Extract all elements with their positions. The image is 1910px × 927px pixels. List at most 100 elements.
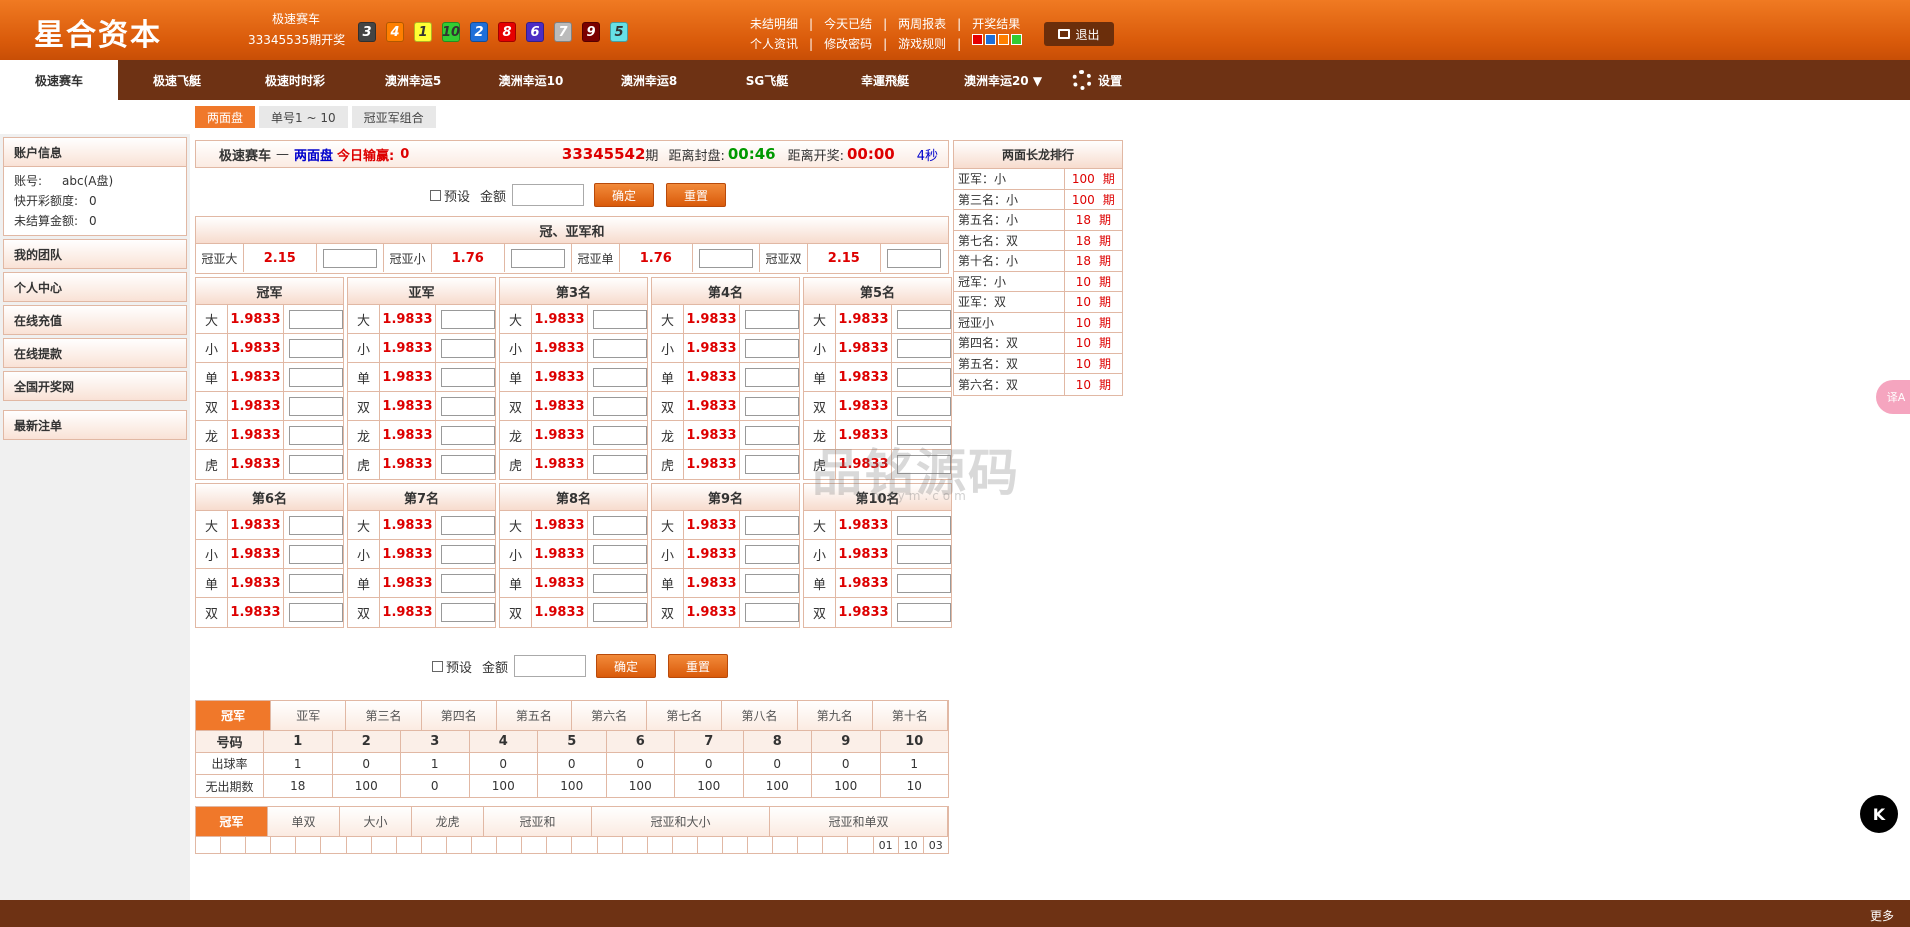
sidebar-menu-item[interactable]: 个人中心 bbox=[3, 272, 187, 302]
trend-tab[interactable]: 冠军 bbox=[196, 807, 268, 836]
bet-amount-input[interactable] bbox=[289, 309, 343, 329]
bet-amount-input[interactable] bbox=[897, 367, 951, 387]
stats-tab[interactable]: 冠军 bbox=[196, 701, 272, 730]
bet-amount-input[interactable] bbox=[745, 338, 799, 358]
bet-amount-input[interactable] bbox=[441, 425, 495, 445]
bet-amount-input[interactable] bbox=[593, 309, 647, 329]
bet-amount-input[interactable] bbox=[593, 573, 647, 593]
nav-tab[interactable]: 澳洲幸运5 bbox=[354, 60, 472, 100]
trend-tab[interactable]: 龙虎 bbox=[412, 807, 484, 836]
bet-amount-input[interactable] bbox=[322, 248, 377, 268]
bet-amount-input[interactable] bbox=[593, 338, 647, 358]
bet-amount-input[interactable] bbox=[441, 603, 495, 622]
stats-tab[interactable]: 第六名 bbox=[572, 701, 648, 730]
bet-amount-input[interactable] bbox=[745, 455, 799, 474]
bet-amount-input[interactable] bbox=[698, 248, 753, 268]
bet-amount-input[interactable] bbox=[289, 515, 343, 535]
stats-tab[interactable]: 第九名 bbox=[797, 701, 873, 730]
bet-amount-input[interactable] bbox=[745, 309, 799, 329]
top-link[interactable]: 修改密码 bbox=[824, 34, 872, 54]
bet-amount-input[interactable] bbox=[510, 248, 565, 268]
bet-amount-input[interactable] bbox=[289, 338, 343, 358]
bet-amount-input[interactable] bbox=[441, 544, 495, 564]
nav-tab[interactable]: 澳洲幸运20 ▼ bbox=[944, 60, 1062, 100]
bet-amount-input[interactable] bbox=[441, 367, 495, 387]
bet-amount-input[interactable] bbox=[593, 455, 647, 474]
bet-amount-input[interactable] bbox=[745, 396, 799, 416]
bet-amount-input[interactable] bbox=[745, 573, 799, 593]
logout-button[interactable]: 退出 bbox=[1044, 22, 1114, 46]
top-link[interactable]: 今天已结 bbox=[824, 14, 872, 34]
bet-amount-input[interactable] bbox=[897, 573, 951, 593]
bet-amount-input[interactable] bbox=[289, 367, 343, 387]
stats-tab[interactable]: 第十名 bbox=[872, 701, 949, 730]
preset-checkbox[interactable] bbox=[430, 189, 441, 201]
bet-amount-input[interactable] bbox=[441, 573, 495, 593]
bet-amount-input[interactable] bbox=[745, 425, 799, 445]
nav-tab[interactable]: SG飞艇 bbox=[708, 60, 826, 100]
settings-button[interactable]: 设置 bbox=[1072, 60, 1122, 100]
bet-amount-input[interactable] bbox=[289, 573, 343, 593]
confirm-button[interactable]: 确定 bbox=[596, 654, 657, 678]
bet-amount-input[interactable] bbox=[593, 425, 647, 445]
bet-amount-input[interactable] bbox=[289, 425, 343, 445]
stats-tab[interactable]: 第五名 bbox=[496, 701, 573, 730]
bet-amount-input[interactable] bbox=[289, 455, 343, 474]
top-link[interactable]: 两周报表 bbox=[898, 14, 946, 34]
bet-amount-input[interactable] bbox=[897, 515, 951, 535]
stats-tab[interactable]: 第八名 bbox=[722, 701, 798, 730]
bet-amount-input[interactable] bbox=[897, 544, 951, 564]
bet-amount-input[interactable] bbox=[745, 367, 799, 387]
preset-checkbox[interactable] bbox=[432, 660, 443, 672]
stats-tab[interactable]: 亚军 bbox=[271, 701, 347, 730]
bet-amount-input[interactable] bbox=[441, 309, 495, 329]
nav-tab[interactable]: 幸運飛艇 bbox=[826, 60, 944, 100]
bet-amount-input[interactable] bbox=[289, 396, 343, 416]
nav-tab[interactable]: 极速赛车 bbox=[0, 60, 118, 100]
bet-amount-input[interactable] bbox=[441, 396, 495, 416]
nav-tab[interactable]: 澳洲幸运10 bbox=[472, 60, 590, 100]
top-link[interactable]: 游戏规则 bbox=[898, 34, 946, 54]
trend-tab[interactable]: 单双 bbox=[268, 807, 340, 836]
sidebar-menu-item[interactable]: 全国开奖网 bbox=[3, 371, 187, 401]
bet-amount-input[interactable] bbox=[745, 544, 799, 564]
bet-amount-input[interactable] bbox=[897, 309, 951, 329]
translate-float-button[interactable]: 译A bbox=[1876, 380, 1910, 414]
float-logo-button[interactable]: K bbox=[1860, 795, 1898, 833]
bet-amount-input[interactable] bbox=[593, 515, 647, 535]
color-square[interactable] bbox=[985, 34, 997, 45]
color-square[interactable] bbox=[998, 34, 1010, 45]
reset-button[interactable]: 重置 bbox=[666, 183, 727, 207]
confirm-button[interactable]: 确定 bbox=[594, 183, 655, 207]
top-link[interactable]: 开奖结果 bbox=[972, 14, 1020, 34]
bet-amount-input[interactable] bbox=[289, 544, 343, 564]
sidebar-menu-item[interactable]: 在线充值 bbox=[3, 305, 187, 335]
bet-amount-input[interactable] bbox=[897, 338, 951, 358]
bet-amount-input[interactable] bbox=[593, 396, 647, 416]
sidebar-menu-item[interactable]: 在线提款 bbox=[3, 338, 187, 368]
sub-tab[interactable]: 两面盘 bbox=[195, 106, 256, 128]
bet-amount-input[interactable] bbox=[441, 338, 495, 358]
bet-amount-input[interactable] bbox=[745, 603, 799, 622]
amount-input[interactable] bbox=[512, 184, 585, 206]
bet-amount-input[interactable] bbox=[593, 544, 647, 564]
bet-amount-input[interactable] bbox=[897, 396, 951, 416]
trend-tab[interactable]: 冠亚和大小 bbox=[592, 807, 770, 836]
stats-tab[interactable]: 第三名 bbox=[346, 701, 422, 730]
bet-amount-input[interactable] bbox=[441, 515, 495, 535]
nav-tab[interactable]: 澳洲幸运8 bbox=[590, 60, 708, 100]
bet-amount-input[interactable] bbox=[441, 455, 495, 474]
bet-amount-input[interactable] bbox=[745, 515, 799, 535]
top-link[interactable]: 未结明细 bbox=[750, 14, 798, 34]
sidebar-menu-item[interactable]: 最新注单 bbox=[3, 410, 187, 440]
bet-amount-input[interactable] bbox=[897, 603, 951, 622]
amount-input[interactable] bbox=[514, 655, 587, 677]
bet-amount-input[interactable] bbox=[289, 603, 343, 622]
sidebar-menu-item[interactable]: 我的团队 bbox=[3, 239, 187, 269]
trend-tab[interactable]: 冠亚和单双 bbox=[770, 807, 948, 836]
nav-tab[interactable]: 极速飞艇 bbox=[118, 60, 236, 100]
stats-tab[interactable]: 第七名 bbox=[647, 701, 723, 730]
color-squares[interactable] bbox=[972, 34, 1023, 54]
sub-tab[interactable]: 单号1 ~ 10 bbox=[259, 106, 348, 128]
nav-tab[interactable]: 极速时时彩 bbox=[236, 60, 354, 100]
